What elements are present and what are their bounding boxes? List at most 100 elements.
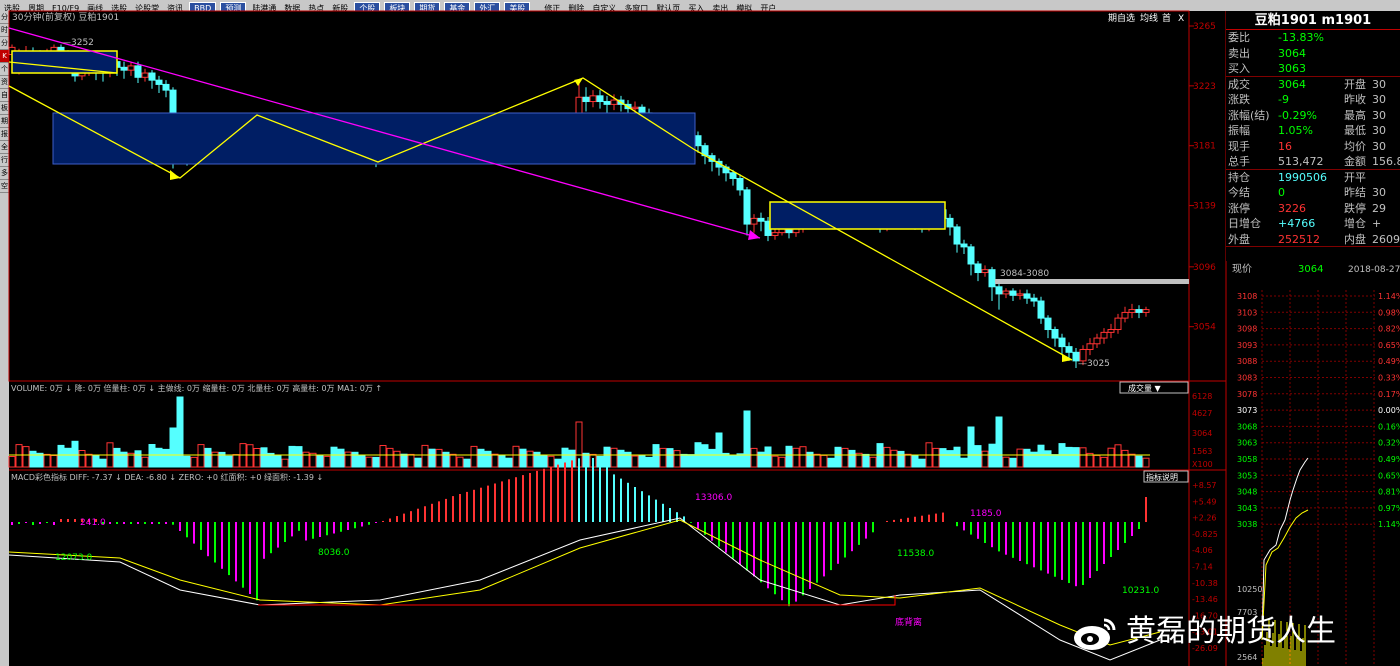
- volume-bar: [771, 455, 779, 468]
- quote-cell: 30: [1372, 108, 1386, 122]
- mini-axis-left: 3038: [1237, 520, 1257, 529]
- chart-area: 30分钟(前复权) 豆粕1901 期自选 均线首 X 3265 3223 3181 3139 3…: [8, 10, 1400, 666]
- mini-axis-right: 1.14%: [1378, 520, 1400, 529]
- volume-bar: [204, 447, 212, 468]
- volume-bar: [960, 457, 968, 468]
- quote-cell: 今结: [1228, 186, 1250, 199]
- volume-bar: [477, 448, 485, 468]
- quote-cell: 30: [1372, 186, 1386, 199]
- volume-bar: [330, 446, 338, 468]
- volume-bar: [225, 455, 233, 468]
- quote-cell: 昨结: [1344, 186, 1366, 199]
- quote-row: 买入 3063: [1226, 61, 1400, 77]
- volume-axis-label: X100: [1192, 460, 1213, 469]
- quote-cell: 3064: [1278, 77, 1306, 91]
- volume-bar: [449, 453, 457, 468]
- volume-bar: [302, 451, 310, 468]
- quote-cell: 委比: [1228, 31, 1250, 44]
- annotation-lines: [8, 27, 1189, 362]
- volume-bar: [988, 443, 996, 468]
- volume-bar: [71, 440, 79, 468]
- volume-bar: [407, 453, 415, 468]
- volume-bar: [610, 447, 618, 468]
- quote-cell: 156.8: [1372, 155, 1400, 168]
- macd-axis-label: -7.14: [1192, 563, 1213, 572]
- volume-bar: [736, 453, 744, 468]
- volume-bar: [547, 455, 555, 468]
- macd-annotation: 10231.0: [1122, 586, 1159, 596]
- quote-cell: 30: [1372, 139, 1386, 153]
- quote-cell: 1990506: [1278, 170, 1327, 184]
- volume-bar: [421, 444, 429, 468]
- volume-bar: [113, 447, 121, 468]
- volume-bar: [995, 416, 1003, 468]
- quote-panel: 豆粕1901 m1901 委比 -13.83% 卖出 3064 买入 3063 成交 3064 开…: [1226, 11, 1400, 261]
- quote-cell: 昨收: [1344, 93, 1366, 106]
- mini-axis-right: 0.81%: [1378, 488, 1400, 497]
- volume-bar: [757, 451, 765, 468]
- quote-date: 2018-08-27,: [1348, 265, 1400, 275]
- low-label: —3025: [1078, 359, 1110, 369]
- quote-cell: 最低: [1344, 124, 1366, 137]
- volume-bar: [372, 456, 380, 468]
- volume-bar: [792, 447, 800, 468]
- quote-row: 涨停 3226 跌停 29: [1226, 201, 1400, 217]
- candle-body: [1044, 317, 1052, 331]
- quote-row: 今结 0 昨结 30: [1226, 185, 1400, 201]
- price-axis-label: 3096: [1193, 263, 1216, 273]
- volume-bar: [379, 445, 387, 468]
- mini-axis-right: 1.14%: [1378, 292, 1400, 301]
- volume-bar: [99, 458, 107, 468]
- volume-bar: [22, 446, 30, 468]
- price-axis-label: 3223: [1193, 82, 1216, 92]
- quote-cell: 外盘: [1228, 232, 1250, 246]
- volume-bar: [400, 453, 408, 468]
- quote-cell: 513,472: [1278, 155, 1324, 168]
- quote-row: 涨幅(结) -0.29% 最高 30: [1226, 108, 1400, 124]
- volume-bar: [1128, 453, 1136, 468]
- quote-cell: 振幅: [1228, 124, 1250, 137]
- candle-body: [127, 65, 135, 71]
- yellow-arrowhead: [574, 78, 583, 86]
- candle-body: [946, 217, 954, 228]
- chart-control: 均线: [1140, 12, 1158, 24]
- volume-bar: [974, 445, 982, 468]
- candle-body: [1121, 311, 1129, 319]
- volume-bar: [869, 456, 877, 468]
- quote-cell: 金额: [1344, 155, 1366, 168]
- candle-body: [1142, 309, 1150, 313]
- quote-cell: 总手: [1228, 155, 1250, 168]
- candle-series: [8, 44, 1150, 368]
- quote-cell: 卖出: [1228, 46, 1250, 60]
- volume-bar: [897, 450, 905, 468]
- volume-bar: [162, 448, 170, 468]
- volume-bar: [78, 450, 86, 468]
- volume-bar: [904, 453, 912, 468]
- volume-bar: [253, 448, 261, 468]
- quote-cell: -9: [1278, 93, 1289, 106]
- volume-axis-label: 3064: [1192, 429, 1212, 438]
- volume-bar: [43, 453, 51, 468]
- chart-control: 首: [1162, 12, 1171, 24]
- volume-bar: [393, 450, 401, 468]
- volume-bar: [260, 447, 268, 468]
- candle-body: [610, 99, 618, 105]
- volume-bar: [666, 448, 674, 468]
- mini-axis-right: 0.97%: [1378, 504, 1400, 513]
- volume-bar: [435, 448, 443, 468]
- volume-bar: [155, 447, 163, 468]
- volume-bar: [652, 444, 660, 468]
- quote-row: 总手 513,472 金额 156.8: [1226, 154, 1400, 170]
- candle-body: [589, 95, 597, 103]
- volume-bar: [64, 447, 72, 468]
- macd-annotation: 12073.0: [55, 553, 92, 563]
- volume-bar: [456, 456, 464, 468]
- current-price-label: 现价: [1232, 263, 1252, 275]
- volume-bar: [498, 454, 506, 468]
- volume-bar: [92, 454, 100, 468]
- quote-cell: 最高: [1344, 108, 1366, 122]
- current-price-value: 3064: [1298, 264, 1323, 275]
- quote-cell: 1.05%: [1278, 124, 1313, 137]
- quote-cell: 252512: [1278, 232, 1320, 246]
- volume-bar: [631, 455, 639, 468]
